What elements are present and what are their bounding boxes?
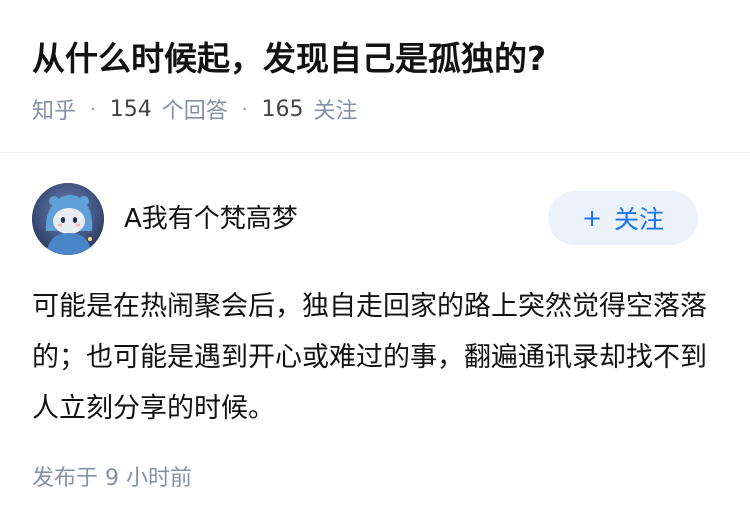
question-header: 从什么时候起，发现自己是孤独的? 知乎 · 154 个回答 · 165 关注 [0,0,750,153]
page: 从什么时候起，发现自己是孤独的? 知乎 · 154 个回答 · 165 关注 A… [0,0,750,530]
follow-button[interactable]: + 关注 [548,191,698,245]
answer-count: 154 [109,96,152,122]
separator-dot: · [241,98,248,120]
answer-content[interactable]: 可能是在热闹聚会后，独自走回家的路上突然觉得空落落的；也可能是遇到开心或难过的事… [32,281,722,434]
avatar-image [32,183,104,255]
author-row: A我有个梵高梦 + 关注 [32,183,698,257]
source-label[interactable]: 知乎 [32,93,76,125]
answer-card: A我有个梵高梦 + 关注 可能是在热闹聚会后，独自走回家的路上突然觉得空落落的；… [0,153,750,530]
answer-count-label: 个回答 [161,99,228,124]
plus-icon: + [581,204,603,232]
separator-dot: · [90,98,96,120]
avatar[interactable] [32,183,104,255]
publish-time: 发布于 9 小时前 [32,466,192,491]
question-meta: 知乎 · 154 个回答 · 165 关注 [32,93,358,125]
author-name[interactable]: A我有个梵高梦 [124,201,298,237]
follower-count: 165 [261,96,304,122]
follower-count-label: 关注 [313,99,358,124]
follow-button-label: 关注 [614,205,665,234]
question-title[interactable]: 从什么时候起，发现自己是孤独的? [32,36,546,82]
